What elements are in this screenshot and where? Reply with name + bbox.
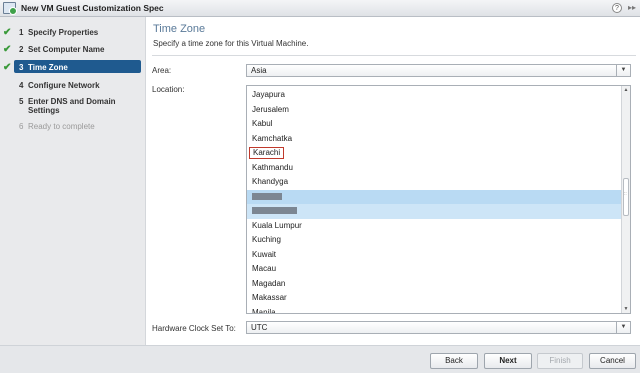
location-item-label: Kabul bbox=[252, 119, 273, 128]
page-subtitle: Specify a time zone for this Virtual Mac… bbox=[153, 39, 309, 48]
wizard-steps-sidebar: ✔ 1 Specify Properties ✔ 2 Set Computer Name ✔… bbox=[0, 17, 146, 345]
location-item-label: Kuching bbox=[252, 235, 281, 244]
location-item-label: Macau bbox=[252, 264, 277, 273]
scroll-up-icon[interactable]: ▲ bbox=[622, 86, 630, 94]
hardware-clock-label: Hardware Clock Set To: bbox=[152, 324, 236, 333]
location-item[interactable]: Makassar bbox=[247, 291, 622, 306]
location-item[interactable]: Khandyga bbox=[247, 175, 622, 190]
location-item-label: Makassar bbox=[252, 293, 287, 302]
scroll-down-icon[interactable]: ▼ bbox=[622, 305, 630, 313]
vm-spec-icon bbox=[3, 2, 17, 15]
cancel-button[interactable]: Cancel bbox=[589, 353, 636, 369]
location-item-label: Manila bbox=[252, 307, 276, 314]
step-number: 1 bbox=[19, 28, 24, 37]
step-number: 2 bbox=[19, 45, 24, 54]
location-item[interactable]: Karachi bbox=[247, 146, 622, 161]
expand-icon[interactable]: ▸▸ bbox=[628, 3, 636, 12]
step-label: Time Zone bbox=[28, 63, 68, 72]
hardware-clock-value: UTC bbox=[251, 323, 268, 332]
step-number: 6 bbox=[19, 122, 24, 131]
location-item[interactable]: Kuwait bbox=[247, 248, 622, 263]
redacted-text bbox=[252, 192, 282, 200]
location-list[interactable]: Manila Makassar Magadan Macau Kuwait Kuching K… bbox=[246, 85, 631, 314]
chevron-down-icon[interactable]: ▼ bbox=[616, 322, 630, 333]
step-number: 5 bbox=[19, 97, 24, 106]
step-label: Specify Properties bbox=[28, 28, 99, 37]
checkmark-icon: ✔ bbox=[3, 44, 12, 55]
header-divider bbox=[152, 55, 636, 56]
help-icon[interactable]: ? bbox=[612, 3, 622, 13]
grip-icon: :: bbox=[624, 191, 627, 197]
scroll-thumb[interactable]: :: bbox=[623, 178, 629, 216]
step-label: Configure Network bbox=[28, 81, 100, 90]
location-item[interactable]: Manila bbox=[247, 306, 622, 314]
window-title: New VM Guest Customization Spec bbox=[21, 3, 164, 13]
location-item-label: Kathmandu bbox=[252, 162, 293, 172]
finish-button: Finish bbox=[537, 353, 583, 369]
back-button[interactable]: Back bbox=[430, 353, 478, 369]
location-item-label: Jerusalem bbox=[252, 104, 289, 114]
location-item[interactable] bbox=[247, 204, 622, 219]
location-item[interactable] bbox=[247, 189, 622, 204]
checkmark-icon: ✔ bbox=[3, 27, 12, 38]
location-item[interactable]: Jerusalem bbox=[247, 103, 622, 118]
step-number: 3 bbox=[19, 63, 24, 72]
wizard-footer: Back Next Finish Cancel bbox=[0, 345, 640, 373]
location-label: Location: bbox=[152, 85, 185, 94]
location-item[interactable]: Kuala Lumpur bbox=[247, 219, 622, 234]
area-select[interactable]: Asia ▼ bbox=[246, 64, 631, 77]
location-item[interactable]: Macau bbox=[247, 262, 622, 277]
location-item[interactable]: Kamchatka bbox=[247, 132, 622, 147]
location-item[interactable]: Magadan bbox=[247, 277, 622, 292]
location-item[interactable]: Kabul bbox=[247, 117, 622, 132]
location-item-label: Magadan bbox=[252, 278, 286, 288]
page-title: Time Zone bbox=[153, 23, 206, 35]
window-titlebar: New VM Guest Customization Spec ? ▸▸ bbox=[0, 0, 640, 17]
step-label: Enter DNS and Domain Settings bbox=[28, 97, 116, 115]
location-item-label: Kuwait bbox=[252, 249, 277, 259]
step-label: Set Computer Name bbox=[28, 45, 105, 54]
location-item-label: Kamchatka bbox=[252, 133, 293, 143]
location-item-label: Kuala Lumpur bbox=[252, 220, 302, 230]
hardware-clock-select[interactable]: UTC ▼ bbox=[246, 321, 631, 334]
next-button[interactable]: Next bbox=[484, 353, 532, 369]
area-value: Asia bbox=[251, 66, 267, 75]
location-item-label: Khandyga bbox=[252, 177, 289, 186]
location-item-label: Jayapura bbox=[252, 90, 285, 99]
area-label: Area: bbox=[152, 66, 172, 75]
checkmark-icon: ✔ bbox=[3, 62, 12, 73]
location-item[interactable]: Jayapura bbox=[247, 88, 622, 103]
chevron-down-icon[interactable]: ▼ bbox=[616, 65, 630, 76]
main-panel: Time Zone Specify a time zone for this V… bbox=[146, 17, 640, 345]
redacted-text bbox=[252, 207, 297, 215]
step-label: Ready to complete bbox=[28, 122, 95, 131]
location-item[interactable]: Kuching bbox=[247, 233, 622, 248]
location-scrollbar[interactable]: ▲ :: ▼ bbox=[621, 86, 630, 313]
location-item[interactable]: Kathmandu bbox=[247, 161, 622, 176]
step-number: 4 bbox=[19, 81, 24, 90]
location-item-label: Karachi bbox=[249, 147, 285, 159]
